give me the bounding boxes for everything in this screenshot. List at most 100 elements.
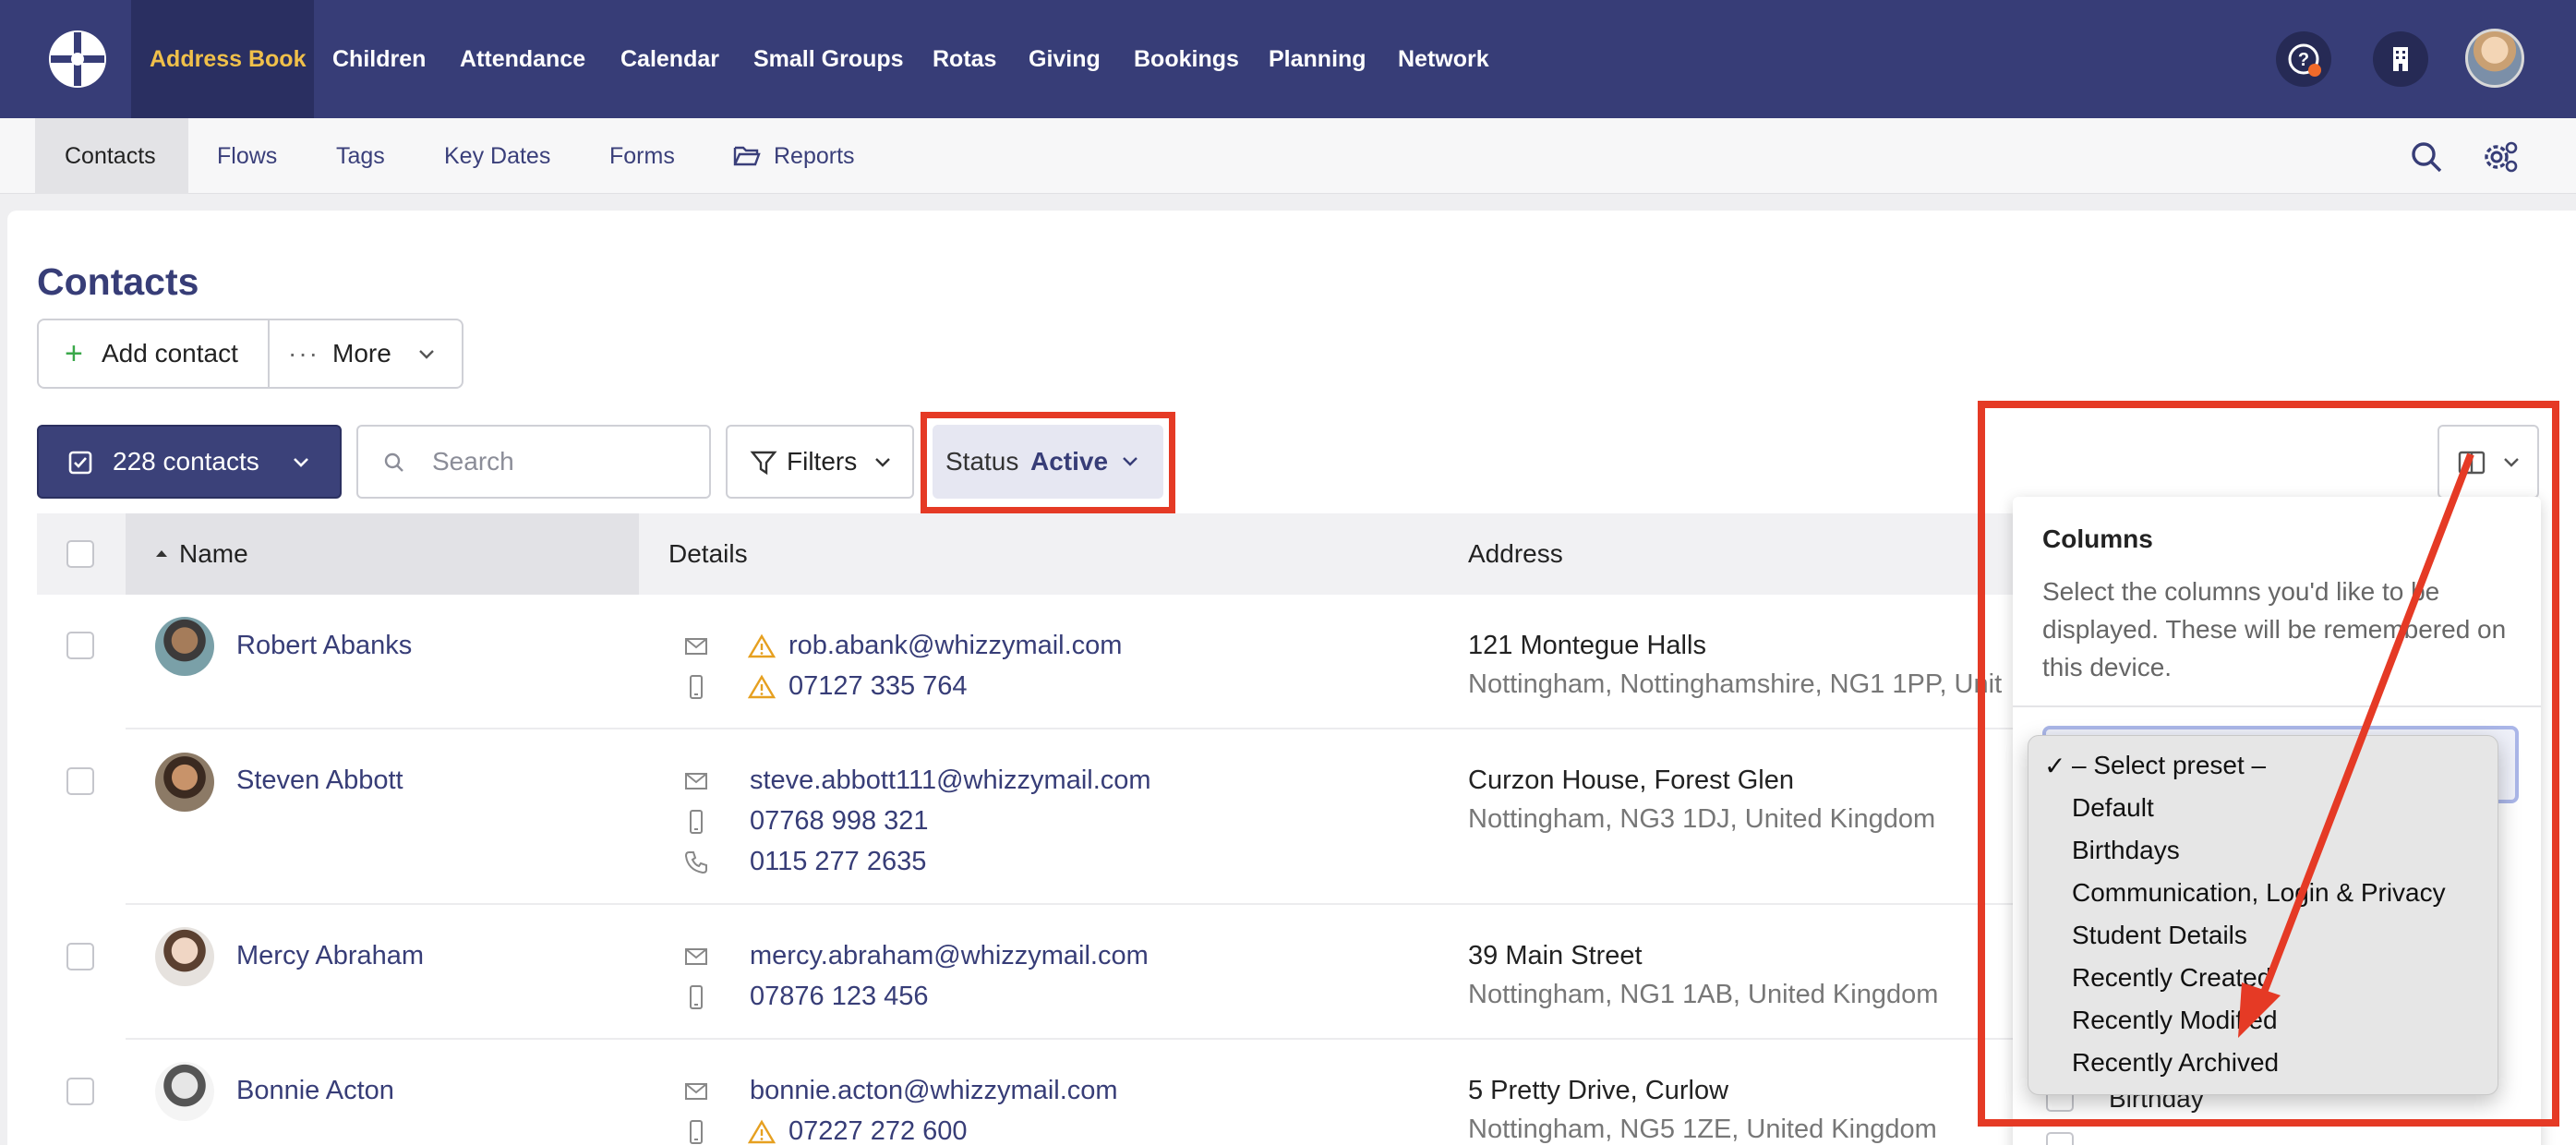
- email-icon: [685, 1083, 707, 1100]
- nav-attendance[interactable]: Attendance: [460, 0, 585, 118]
- avatar: [155, 617, 214, 676]
- tab-tags[interactable]: Tags: [336, 118, 385, 194]
- more-button[interactable]: More: [332, 320, 391, 387]
- search-icon: [384, 452, 403, 472]
- checkbox-check-icon: [68, 451, 92, 475]
- nav-bookings[interactable]: Bookings: [1134, 0, 1239, 118]
- columns-highlight-box: [1978, 401, 2559, 1127]
- folder-open-icon: [733, 146, 761, 166]
- avatar: [155, 753, 214, 812]
- warning-icon: [748, 633, 776, 658]
- status-highlight-box: [921, 412, 1175, 513]
- mobile-icon: [690, 985, 703, 1009]
- warning-icon: [748, 1119, 776, 1144]
- tab-reports[interactable]: Reports: [774, 118, 855, 194]
- contact-phone[interactable]: 0115 277 2635: [750, 847, 926, 877]
- top-navigation-bar: Address Book Children Attendance Calenda…: [0, 0, 2576, 118]
- contact-name[interactable]: Bonnie Acton: [236, 1076, 394, 1106]
- nav-children[interactable]: Children: [332, 0, 426, 118]
- nav-address-book[interactable]: Address Book: [131, 0, 314, 118]
- row-divider: [126, 1038, 2028, 1040]
- address-line-2: Nottingham, NG1 1AB, United Kingdom: [1468, 980, 1939, 1009]
- contact-mobile[interactable]: 07768 998 321: [750, 806, 929, 837]
- warning-icon: [748, 674, 776, 699]
- nav-giving[interactable]: Giving: [1029, 0, 1101, 118]
- row-checkbox[interactable]: [66, 943, 94, 970]
- tab-flows[interactable]: Flows: [217, 118, 277, 194]
- contact-name[interactable]: Mercy Abraham: [236, 941, 424, 971]
- address-header-label: Address: [1468, 539, 1563, 568]
- chevron-down-icon: [419, 350, 434, 359]
- table-header: Name Details Address: [37, 513, 2031, 595]
- user-avatar[interactable]: [2465, 29, 2524, 88]
- address-line-2: Nottingham, NG5 1ZE, United Kingdom: [1468, 1115, 1937, 1144]
- avatar: [155, 927, 214, 986]
- svg-text:?: ?: [2298, 50, 2309, 70]
- row-divider: [126, 903, 2028, 905]
- add-contact-button[interactable]: Add contact: [102, 320, 238, 387]
- divider: [268, 320, 270, 387]
- tab-key-dates[interactable]: Key Dates: [444, 118, 550, 194]
- nav-small-groups[interactable]: Small Groups: [753, 0, 904, 118]
- building-icon: [2393, 47, 2408, 71]
- address-line-2: Nottingham, NG3 1DJ, United Kingdom: [1468, 804, 1936, 834]
- sort-up-icon: [156, 550, 167, 557]
- email-icon: [685, 773, 707, 789]
- mobile-icon: [690, 810, 703, 834]
- page-title: Contacts: [37, 260, 199, 303]
- tab-contacts[interactable]: Contacts: [35, 118, 188, 194]
- row-checkbox[interactable]: [66, 767, 94, 795]
- address-line-1: 5 Pretty Drive, Curlow: [1468, 1076, 1729, 1105]
- help-icon: ?: [2288, 43, 2321, 77]
- mobile-icon: [690, 1120, 703, 1144]
- contact-name[interactable]: Robert Abanks: [236, 631, 412, 661]
- nav-network[interactable]: Network: [1398, 0, 1489, 118]
- contact-name[interactable]: Steven Abbott: [236, 765, 403, 796]
- avatar: [155, 1062, 214, 1121]
- search-input[interactable]: Search: [356, 425, 711, 499]
- contact-email[interactable]: bonnie.acton@whizzymail.com: [750, 1076, 1118, 1106]
- contact-mobile[interactable]: 07127 335 764: [788, 671, 968, 702]
- select-all-checkbox[interactable]: [66, 540, 94, 568]
- select-contacts-button[interactable]: 228 contacts: [37, 425, 342, 499]
- address-line-1: 121 Montegue Halls: [1468, 631, 1706, 660]
- filters-button[interactable]: Filters: [726, 425, 914, 499]
- phone-icon: [684, 851, 707, 874]
- contact-email[interactable]: mercy.abraham@whizzymail.com: [750, 941, 1149, 971]
- name-column-header[interactable]: Name: [126, 513, 639, 595]
- contact-mobile[interactable]: 07876 123 456: [750, 982, 929, 1012]
- row-checkbox[interactable]: [66, 1078, 94, 1105]
- filters-label: Filters: [787, 447, 858, 476]
- email-icon: [685, 948, 707, 965]
- search-icon[interactable]: [2408, 139, 2445, 175]
- settings-gear-icon[interactable]: [2480, 137, 2521, 177]
- sub-navigation-bar: Contacts Flows Tags Key Dates Forms Repo…: [0, 118, 2576, 194]
- email-icon: [685, 638, 707, 655]
- details-header-label: Details: [668, 539, 748, 568]
- name-header-label: Name: [179, 539, 248, 568]
- help-button[interactable]: ?: [2276, 31, 2331, 87]
- contact-mobile[interactable]: 07227 272 600: [788, 1116, 968, 1145]
- tab-forms[interactable]: Forms: [609, 118, 675, 194]
- plus-icon: +: [65, 336, 83, 371]
- chevron-down-icon: [875, 458, 890, 467]
- address-line-1: 39 Main Street: [1468, 941, 1643, 970]
- address-line-2: Nottingham, Nottinghamshire, NG1 1PP, Un…: [1468, 669, 2003, 699]
- contact-email[interactable]: steve.abbott111@whizzymail.com: [750, 765, 1151, 796]
- chevron-down-icon: [294, 458, 308, 467]
- row-divider: [126, 728, 2028, 729]
- ellipsis-icon: ···: [288, 339, 319, 368]
- contact-actions-group: + Add contact ··· More: [37, 319, 463, 389]
- contact-email[interactable]: rob.abank@whizzymail.com: [788, 631, 1122, 661]
- organisation-button[interactable]: [2373, 31, 2428, 87]
- search-placeholder: Search: [432, 447, 514, 476]
- nav-planning[interactable]: Planning: [1269, 0, 1366, 118]
- mobile-icon: [690, 675, 703, 699]
- nav-calendar[interactable]: Calendar: [620, 0, 719, 118]
- column-option-checkbox[interactable]: [2046, 1132, 2074, 1145]
- row-checkbox[interactable]: [66, 632, 94, 659]
- filter-funnel-icon: [750, 451, 777, 476]
- nav-rotas[interactable]: Rotas: [933, 0, 996, 118]
- contacts-count: 228 contacts: [113, 447, 259, 476]
- app-logo-icon[interactable]: [46, 28, 109, 90]
